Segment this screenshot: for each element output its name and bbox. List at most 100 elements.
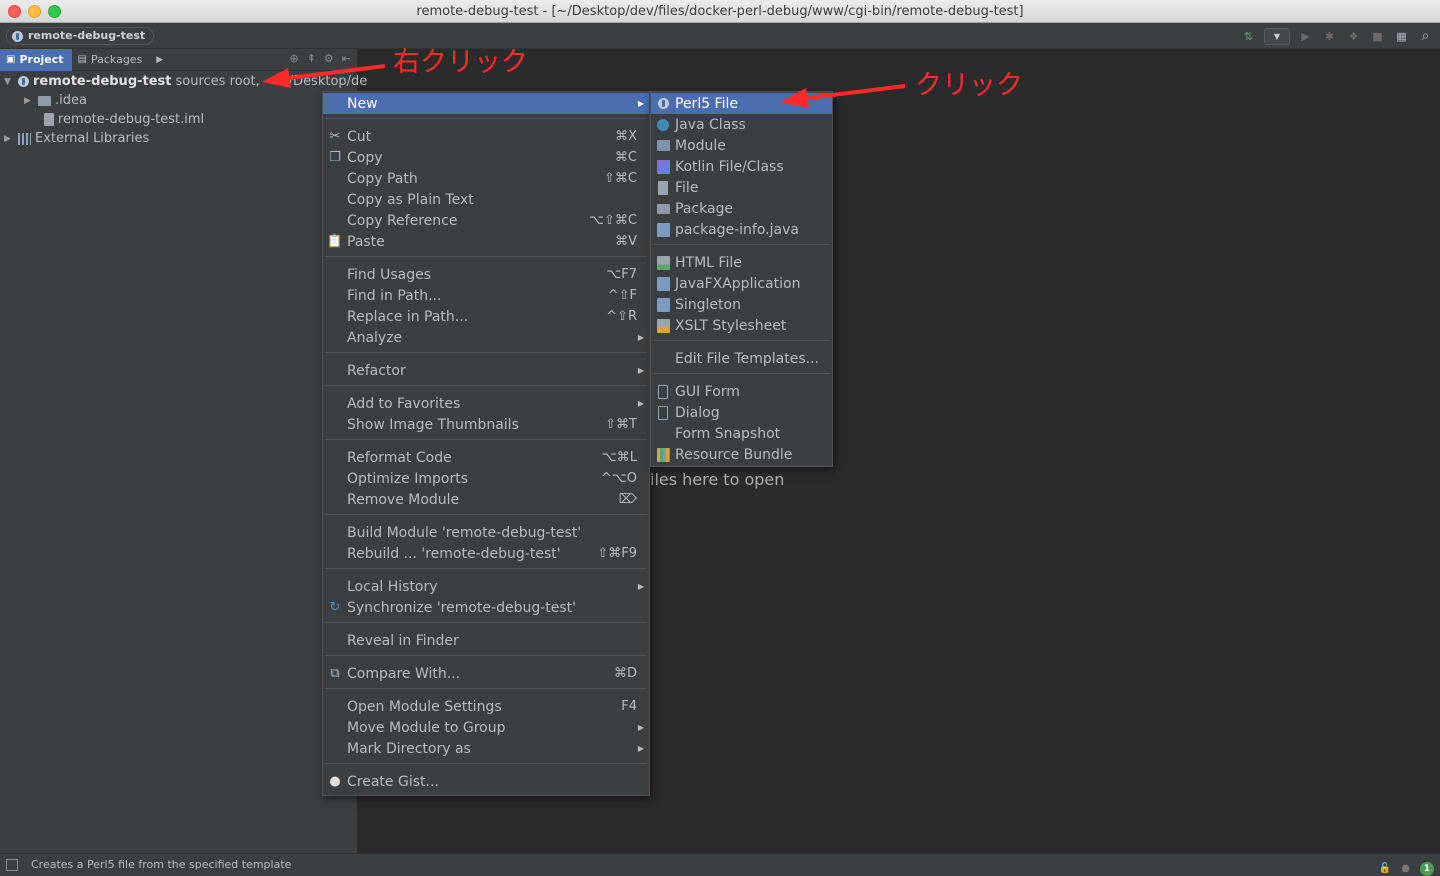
packages-view-icon: ▤ <box>77 54 87 65</box>
menu-separator <box>325 622 647 623</box>
tab-packages[interactable]: ▤ Packages <box>72 49 151 71</box>
stop-icon[interactable]: ■ <box>1369 28 1386 45</box>
menu-item-shortcut: ^⇧R <box>606 309 637 324</box>
tree-item-iml[interactable]: remote-debug-test.iml <box>44 110 204 129</box>
menu-item-show-image-thumbnails[interactable]: Show Image Thumbnails ⇧⌘T <box>323 414 649 435</box>
menu-item-shortcut: ⌘C <box>614 150 637 165</box>
menu-item-local-history[interactable]: Local History ▶ <box>323 576 649 597</box>
build-icon[interactable]: ⇅ <box>1240 28 1257 45</box>
paste-icon: 📋 <box>326 234 344 249</box>
menu-item-shortcut: ⌥⌘L <box>601 450 637 465</box>
menu-item-label: Rebuild ... 'remote-debug-test' <box>347 545 561 562</box>
menu-item-move-module-to-group[interactable]: Move Module to Group ▶ <box>323 717 649 738</box>
right-click-annotation: 右クリック <box>393 47 528 78</box>
menu-item-new[interactable]: New ▶ <box>323 93 649 114</box>
menu-item-open-module-settings[interactable]: Open Module Settings F4 <box>323 696 649 717</box>
menu-item-create-gist[interactable]: ● Create Gist... <box>323 771 649 792</box>
run-config-dropdown[interactable]: ▼ <box>1264 27 1290 45</box>
menu-item-add-to-favorites[interactable]: Add to Favorites ▶ <box>323 393 649 414</box>
minimize-window-button[interactable] <box>28 5 41 18</box>
tree-item-external-libraries[interactable]: ▶ External Libraries <box>4 129 149 148</box>
project-structure-icon[interactable]: ▦ <box>1393 28 1410 45</box>
gear-icon[interactable]: ⚙ <box>324 52 334 65</box>
submenu-item-xslt-stylesheet[interactable]: XSLT Stylesheet <box>651 315 832 336</box>
submenu-item-html-file[interactable]: HTML File <box>651 252 832 273</box>
menu-item-label: Analyze <box>347 329 403 346</box>
more-tabs-arrow-icon[interactable]: ▶ <box>150 55 169 65</box>
menu-item-rebuild-module[interactable]: Rebuild ... 'remote-debug-test' ⇧⌘F9 <box>323 543 649 564</box>
menu-item-shortcut: ⌥F7 <box>606 267 637 282</box>
navigation-bar: remote-debug-test ⇅ ▼ ▶ ✱ ❖ ■ ▦ ⌕ <box>0 23 1440 49</box>
submenu-item-java-class[interactable]: Java Class <box>651 114 832 135</box>
status-bar: Creates a Perl5 file from the specified … <box>0 853 1440 876</box>
submenu-item-dialog[interactable]: Dialog <box>651 402 832 423</box>
submenu-item-gui-form[interactable]: GUI Form <box>651 381 832 402</box>
submenu-item-singleton[interactable]: Singleton <box>651 294 832 315</box>
lock-icon[interactable]: 🔓 <box>1379 858 1391 876</box>
menu-item-build-module[interactable]: Build Module 'remote-debug-test' <box>323 522 649 543</box>
menu-item-optimize-imports[interactable]: Optimize Imports ^⌥O <box>323 468 649 489</box>
submenu-item-resource-bundle[interactable]: Resource Bundle <box>651 444 832 465</box>
dialog-icon <box>655 405 671 421</box>
menu-item-refactor[interactable]: Refactor ▶ <box>323 360 649 381</box>
coverage-icon[interactable]: ❖ <box>1345 28 1362 45</box>
menu-item-find-in-path[interactable]: Find in Path... ^⇧F <box>323 285 649 306</box>
menu-item-copy[interactable]: ❐ Copy ⌘C <box>323 147 649 168</box>
menu-item-analyze[interactable]: Analyze ▶ <box>323 327 649 348</box>
tool-windows-toggle-icon[interactable] <box>6 859 18 871</box>
scroll-from-source-icon[interactable]: ⊕ <box>289 52 298 65</box>
submenu-item-kotlin-file[interactable]: Kotlin File/Class <box>651 156 832 177</box>
submenu-item-label: Edit File Templates... <box>675 350 819 367</box>
menu-item-copy-path[interactable]: Copy Path ⇧⌘C <box>323 168 649 189</box>
collapse-all-icon[interactable]: ⇞ <box>307 52 316 65</box>
close-window-button[interactable] <box>8 5 21 18</box>
menu-item-copy-plain-text[interactable]: Copy as Plain Text <box>323 189 649 210</box>
run-icon[interactable]: ▶ <box>1297 28 1314 45</box>
main-toolbar: ⇅ ▼ ▶ ✱ ❖ ■ ▦ ⌕ <box>1240 27 1434 45</box>
submenu-item-package-info[interactable]: package-info.java <box>651 219 832 240</box>
inspector-icon[interactable]: ● <box>1401 858 1410 876</box>
submenu-item-module[interactable]: Module <box>651 135 832 156</box>
menu-item-label: Copy Reference <box>347 212 458 229</box>
perl-module-icon <box>12 30 23 42</box>
zoom-window-button[interactable] <box>48 5 61 18</box>
menu-item-cut[interactable]: ✂ Cut ⌘X <box>323 126 649 147</box>
collapsed-triangle-icon[interactable]: ▶ <box>24 96 34 106</box>
expanded-triangle-icon[interactable]: ▼ <box>4 77 14 87</box>
menu-item-reveal-in-finder[interactable]: Reveal in Finder <box>323 630 649 651</box>
menu-item-find-usages[interactable]: Find Usages ⌥F7 <box>323 264 649 285</box>
collapsed-triangle-icon[interactable]: ▶ <box>4 134 14 144</box>
submenu-arrow-icon: ▶ <box>637 399 644 408</box>
menu-item-remove-module[interactable]: Remove Module ⌦ <box>323 489 649 510</box>
breadcrumb[interactable]: remote-debug-test <box>6 27 155 45</box>
menu-item-label: Find Usages <box>347 266 432 283</box>
menu-item-reformat-code[interactable]: Reformat Code ⌥⌘L <box>323 447 649 468</box>
menu-item-label: Create Gist... <box>347 773 439 790</box>
menu-item-synchronize[interactable]: ↻ Synchronize 'remote-debug-test' <box>323 597 649 618</box>
search-icon[interactable]: ⌕ <box>1417 28 1434 45</box>
menu-item-compare-with[interactable]: ⧉ Compare With... ⌘D <box>323 663 649 684</box>
menu-item-copy-reference[interactable]: Copy Reference ⌥⇧⌘C <box>323 210 649 231</box>
menu-item-paste[interactable]: 📋 Paste ⌘V <box>323 231 649 252</box>
submenu-item-javafx-application[interactable]: JavaFXApplication <box>651 273 832 294</box>
tree-root-row[interactable]: ▼ remote-debug-test sources root, ~/Desk… <box>4 72 367 91</box>
submenu-item-package[interactable]: Package <box>651 198 832 219</box>
menu-item-replace-in-path[interactable]: Replace in Path... ^⇧R <box>323 306 649 327</box>
hide-panel-icon[interactable]: ⇤ <box>342 52 351 65</box>
tab-project[interactable]: ▣ Project <box>0 48 72 71</box>
submenu-item-form-snapshot[interactable]: Form Snapshot <box>651 423 832 444</box>
submenu-item-edit-file-templates[interactable]: Edit File Templates... <box>651 348 832 369</box>
menu-item-label: Open Module Settings <box>347 698 502 715</box>
submenu-item-label: Perl5 File <box>675 95 738 112</box>
perl-file-icon <box>655 96 671 112</box>
menu-item-mark-directory-as[interactable]: Mark Directory as ▶ <box>323 738 649 759</box>
debug-icon[interactable]: ✱ <box>1321 28 1338 45</box>
copy-icon: ❐ <box>329 150 341 165</box>
tree-item-idea[interactable]: ▶ .idea <box>24 91 87 110</box>
submenu-item-file[interactable]: File <box>651 177 832 198</box>
tab-project-label: Project <box>19 53 64 66</box>
submenu-item-label: Package <box>675 200 734 217</box>
iml-file-icon <box>44 113 54 126</box>
event-log-badge[interactable]: 1 <box>1420 862 1434 876</box>
submenu-item-perl5-file[interactable]: Perl5 File <box>651 93 832 114</box>
